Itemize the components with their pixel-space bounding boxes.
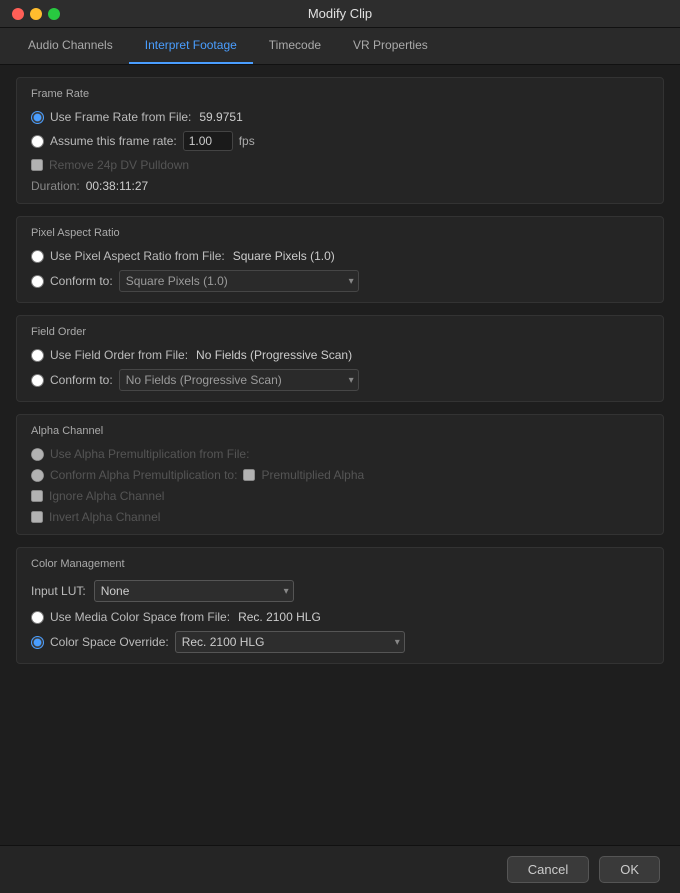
title-bar: Modify Clip xyxy=(0,0,680,28)
alpha-conform-premult-label: Conform Alpha Premultiplication to: xyxy=(50,468,237,482)
use-media-color-space-value: Rec. 2100 HLG xyxy=(238,610,321,624)
alpha-premult-from-file-row: Use Alpha Premultiplication from File: xyxy=(31,447,649,461)
frame-rate-from-file-value: 59.9751 xyxy=(199,110,242,124)
input-lut-row: Input LUT: None xyxy=(31,580,649,602)
remove-pulldown-row: Remove 24p DV Pulldown xyxy=(31,158,649,172)
input-lut-label: Input LUT: xyxy=(31,584,86,598)
alpha-conform-premult-row: Conform Alpha Premultiplication to: Prem… xyxy=(31,468,649,482)
footer: Cancel OK xyxy=(0,845,680,893)
main-content: Frame Rate Use Frame Rate from File: 59.… xyxy=(0,65,680,841)
window-controls[interactable] xyxy=(12,8,60,20)
par-from-file-value: Square Pixels (1.0) xyxy=(233,249,335,263)
color-management-section: Color Management Input LUT: None Use Med… xyxy=(16,547,664,664)
field-order-from-file-radio[interactable] xyxy=(31,349,44,362)
field-order-conform-row: Conform to: No Fields (Progressive Scan) xyxy=(31,369,649,391)
color-space-override-row: Color Space Override: Rec. 2100 HLG xyxy=(31,631,649,653)
assume-frame-rate-input[interactable] xyxy=(183,131,233,151)
par-from-file-radio[interactable] xyxy=(31,250,44,263)
invert-alpha-checkbox[interactable] xyxy=(31,511,43,523)
duration-label: Duration: xyxy=(31,179,80,193)
field-order-from-file-row: Use Field Order from File: No Fields (Pr… xyxy=(31,348,649,362)
assume-frame-rate-radio[interactable] xyxy=(31,135,44,148)
field-order-conform-radio[interactable] xyxy=(31,374,44,387)
frame-rate-from-file-row: Use Frame Rate from File: 59.9751 xyxy=(31,110,649,124)
tab-timecode[interactable]: Timecode xyxy=(253,28,337,64)
invert-alpha-label: Invert Alpha Channel xyxy=(49,510,160,524)
field-order-conform-select[interactable]: No Fields (Progressive Scan) xyxy=(119,369,359,391)
premultiplied-alpha-checkbox[interactable] xyxy=(243,469,255,481)
field-order-conform-label: Conform to: xyxy=(50,373,113,387)
cancel-button[interactable]: Cancel xyxy=(507,856,589,883)
tab-bar: Audio Channels Interpret Footage Timecod… xyxy=(0,28,680,65)
frame-rate-section: Frame Rate Use Frame Rate from File: 59.… xyxy=(16,77,664,204)
field-order-from-file-value: No Fields (Progressive Scan) xyxy=(196,348,352,362)
ignore-alpha-label: Ignore Alpha Channel xyxy=(49,489,164,503)
field-order-conform-select-wrapper: No Fields (Progressive Scan) xyxy=(119,369,359,391)
use-media-color-space-label: Use Media Color Space from File: xyxy=(50,610,230,624)
assume-frame-rate-row: Assume this frame rate: fps xyxy=(31,131,649,151)
fps-label: fps xyxy=(239,134,255,148)
tab-interpret-footage[interactable]: Interpret Footage xyxy=(129,28,253,64)
assume-frame-rate-label: Assume this frame rate: xyxy=(50,134,177,148)
color-space-override-radio[interactable] xyxy=(31,636,44,649)
remove-pulldown-label: Remove 24p DV Pulldown xyxy=(49,158,189,172)
ok-button[interactable]: OK xyxy=(599,856,660,883)
par-conform-select-wrapper: Square Pixels (1.0) xyxy=(119,270,359,292)
tab-vr-properties[interactable]: VR Properties xyxy=(337,28,444,64)
use-media-color-space-radio[interactable] xyxy=(31,611,44,624)
window-title: Modify Clip xyxy=(308,6,372,21)
premultiplied-alpha-label: Premultiplied Alpha xyxy=(261,468,364,482)
par-conform-row: Conform to: Square Pixels (1.0) xyxy=(31,270,649,292)
maximize-button[interactable] xyxy=(48,8,60,20)
alpha-channel-section: Alpha Channel Use Alpha Premultiplicatio… xyxy=(16,414,664,535)
par-from-file-row: Use Pixel Aspect Ratio from File: Square… xyxy=(31,249,649,263)
alpha-channel-title: Alpha Channel xyxy=(31,425,649,437)
color-space-override-select[interactable]: Rec. 2100 HLG xyxy=(175,631,405,653)
invert-alpha-row: Invert Alpha Channel xyxy=(31,510,649,524)
ignore-alpha-row: Ignore Alpha Channel xyxy=(31,489,649,503)
tab-audio-channels[interactable]: Audio Channels xyxy=(12,28,129,64)
close-button[interactable] xyxy=(12,8,24,20)
ignore-alpha-checkbox[interactable] xyxy=(31,490,43,502)
duration-value: 00:38:11:27 xyxy=(86,179,149,193)
frame-rate-from-file-radio[interactable] xyxy=(31,111,44,124)
alpha-conform-premult-radio[interactable] xyxy=(31,469,44,482)
par-conform-label: Conform to: xyxy=(50,274,113,288)
alpha-premult-from-file-label: Use Alpha Premultiplication from File: xyxy=(50,447,249,461)
frame-rate-title: Frame Rate xyxy=(31,88,649,100)
pixel-aspect-ratio-section: Pixel Aspect Ratio Use Pixel Aspect Rati… xyxy=(16,216,664,303)
remove-pulldown-checkbox[interactable] xyxy=(31,159,43,171)
input-lut-select[interactable]: None xyxy=(94,580,294,602)
field-order-from-file-label: Use Field Order from File: xyxy=(50,348,188,362)
pixel-aspect-ratio-title: Pixel Aspect Ratio xyxy=(31,227,649,239)
color-management-title: Color Management xyxy=(31,558,649,570)
use-media-color-space-row: Use Media Color Space from File: Rec. 21… xyxy=(31,610,649,624)
par-conform-radio[interactable] xyxy=(31,275,44,288)
alpha-premult-from-file-radio[interactable] xyxy=(31,448,44,461)
frame-rate-from-file-label: Use Frame Rate from File: xyxy=(50,110,191,124)
color-space-override-label: Color Space Override: xyxy=(50,635,169,649)
field-order-title: Field Order xyxy=(31,326,649,338)
minimize-button[interactable] xyxy=(30,8,42,20)
par-from-file-label: Use Pixel Aspect Ratio from File: xyxy=(50,249,225,263)
input-lut-select-wrapper: None xyxy=(94,580,294,602)
field-order-section: Field Order Use Field Order from File: N… xyxy=(16,315,664,402)
par-conform-select[interactable]: Square Pixels (1.0) xyxy=(119,270,359,292)
duration-row: Duration: 00:38:11:27 xyxy=(31,179,649,193)
color-space-override-select-wrapper: Rec. 2100 HLG xyxy=(175,631,405,653)
